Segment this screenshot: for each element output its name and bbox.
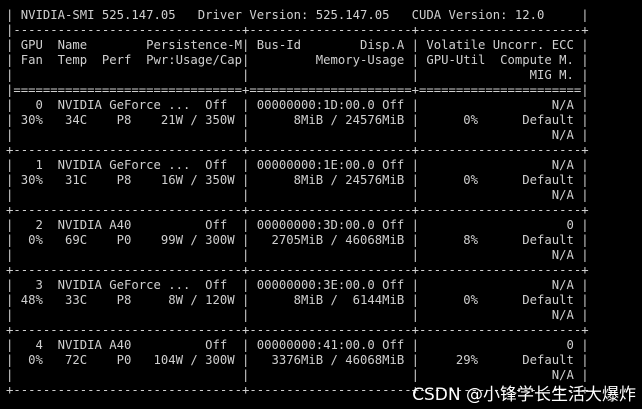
- terminal-line: | 30% 31C P8 16W / 350W | 8MiB / 24576Mi…: [6, 173, 589, 187]
- terminal-line: | 30% 34C P8 21W / 350W | 8MiB / 24576Mi…: [6, 113, 589, 127]
- terminal-line: +-------------------------------+-------…: [6, 143, 589, 157]
- csdn-watermark: CSDN @小锋学长生活大爆炸: [412, 385, 636, 405]
- terminal-window[interactable]: | NVIDIA-SMI 525.147.05 Driver Version: …: [0, 0, 642, 409]
- terminal-line: +-------------------------------+-------…: [6, 323, 589, 337]
- terminal-line: | | | MIG M. |: [6, 68, 589, 82]
- terminal-line: | 2 NVIDIA A40 Off | 00000000:3D:00.0 Of…: [6, 218, 589, 232]
- terminal-line: | 0 NVIDIA GeForce ... Off | 00000000:1D…: [6, 98, 589, 112]
- terminal-line: +-------------------------------+-------…: [6, 203, 589, 217]
- terminal-line: | GPU Name Persistence-M| Bus-Id Disp.A …: [6, 38, 589, 52]
- terminal-line: +-------------------------------+-------…: [6, 263, 589, 277]
- terminal-line: | NVIDIA-SMI 525.147.05 Driver Version: …: [6, 8, 589, 22]
- terminal-line: |===============================+=======…: [6, 83, 589, 97]
- terminal-line: | 1 NVIDIA GeForce ... Off | 00000000:1E…: [6, 158, 589, 172]
- terminal-line: | 48% 33C P8 8W / 120W | 8MiB / 6144MiB …: [6, 293, 589, 307]
- terminal-line: | | | N/A |: [6, 128, 589, 142]
- terminal-line: |-------------------------------+-------…: [6, 23, 589, 37]
- terminal-line: | 3 NVIDIA GeForce ... Off | 00000000:3E…: [6, 278, 589, 292]
- terminal-line: | 4 NVIDIA A40 Off | 00000000:41:00.0 Of…: [6, 338, 589, 352]
- terminal-line: | | | N/A |: [6, 248, 589, 262]
- terminal-line: | | | N/A |: [6, 188, 589, 202]
- terminal-line: | | | N/A |: [6, 308, 589, 322]
- terminal-line: | 0% 69C P0 99W / 300W | 2705MiB / 46068…: [6, 233, 589, 247]
- terminal-line: | 0% 72C P0 104W / 300W | 3376MiB / 4606…: [6, 353, 589, 367]
- terminal-line: | Fan Temp Perf Pwr:Usage/Cap| Memory-Us…: [6, 53, 589, 67]
